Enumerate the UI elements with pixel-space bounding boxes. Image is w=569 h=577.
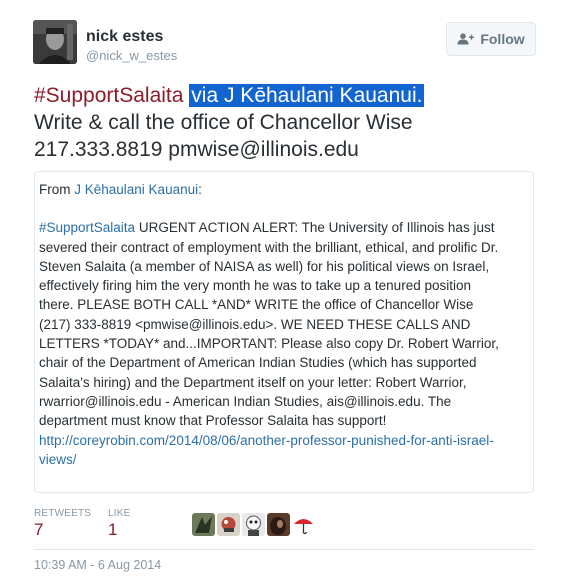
quote-from-prefix: From <box>39 182 75 197</box>
tweet-line-1: #SupportSalaita via J Kēhaulani Kauanui. <box>34 82 544 109</box>
user-handle[interactable]: @nick_w_estes <box>86 48 177 63</box>
quoted-text-box: From J Kēhaulani Kauanui: #SupportSalait… <box>34 171 534 493</box>
likes-stat[interactable]: LIKE 1 <box>108 508 130 540</box>
quote-line: effectively firing him the very month he… <box>39 278 471 294</box>
tweet-hashtag[interactable]: #SupportSalaita <box>34 84 183 107</box>
quote-url-link[interactable]: views/ <box>39 450 527 469</box>
quote-line-text: URGENT ACTION ALERT: The University of I… <box>135 220 495 236</box>
quote-line: #SupportSalaita URGENT ACTION ALERT: The… <box>39 218 527 237</box>
liker-avatar[interactable] <box>242 513 265 536</box>
liker-avatar[interactable] <box>192 513 215 536</box>
selected-text: via J Kēhaulani Kauanui. <box>189 84 425 107</box>
user-name[interactable]: nick estes <box>86 28 163 46</box>
quote-from-suffix: : <box>198 182 202 197</box>
quote-line: department must know that Professor Sala… <box>39 413 387 429</box>
divider <box>34 549 534 550</box>
liker-avatar[interactable] <box>217 513 240 536</box>
likes-label: LIKE <box>108 508 131 519</box>
retweets-label: RETWEETS <box>34 508 92 519</box>
user-avatar[interactable] <box>33 20 77 64</box>
quote-line: severed their contract of employment wit… <box>39 239 499 255</box>
liker-avatar[interactable] <box>267 513 290 536</box>
quote-line: there. PLEASE BOTH CALL *AND* WRITE the … <box>39 297 474 313</box>
tweet-text: #SupportSalaita via J Kēhaulani Kauanui.… <box>34 82 544 163</box>
retweets-stat[interactable]: RETWEETS 7 <box>34 508 91 540</box>
retweets-count: 7 <box>34 520 44 539</box>
quote-line: rwarrior@illinois.edu - American Indian … <box>39 393 452 409</box>
quote-author-link[interactable]: J Kēhaulani Kauanui <box>74 182 198 197</box>
tweet-line-3: 217.333.8819 pmwise@illinois.edu <box>34 138 359 161</box>
liker-avatars <box>192 513 315 536</box>
likes-count: 1 <box>108 520 118 539</box>
quote-line: LETTERS *TODAY* and...IMPORTANT: Please … <box>39 336 499 352</box>
quote-hashtag[interactable]: #SupportSalaita <box>39 220 135 235</box>
quote-from: From J Kēhaulani Kauanui: <box>39 180 527 199</box>
quote-line: (217) 333-8819 <pmwise@illinois.edu>. WE… <box>39 316 471 332</box>
follow-label: Follow <box>480 31 525 47</box>
follow-button[interactable]: Follow <box>446 22 536 56</box>
person-plus-icon <box>457 33 475 45</box>
tweet-line-2: Write & call the office of Chancellor Wi… <box>34 111 413 134</box>
quote-line: Salaita's hiring) and the Department its… <box>39 374 467 390</box>
tweet-stats: RETWEETS 7 LIKE 1 <box>34 508 534 548</box>
tweet-timestamp[interactable]: 10:39 AM - 6 Aug 2014 <box>34 558 161 572</box>
quote-url-link[interactable]: http://coreyrobin.com/2014/08/06/another… <box>39 431 527 450</box>
tweet-header: nick estes @nick_w_estes Follow <box>33 20 553 70</box>
liker-avatar[interactable] <box>292 513 315 536</box>
quote-line: chair of the Department of American Indi… <box>39 355 477 371</box>
quote-line: Steven Salaita (a member of NAISA as wel… <box>39 258 490 274</box>
